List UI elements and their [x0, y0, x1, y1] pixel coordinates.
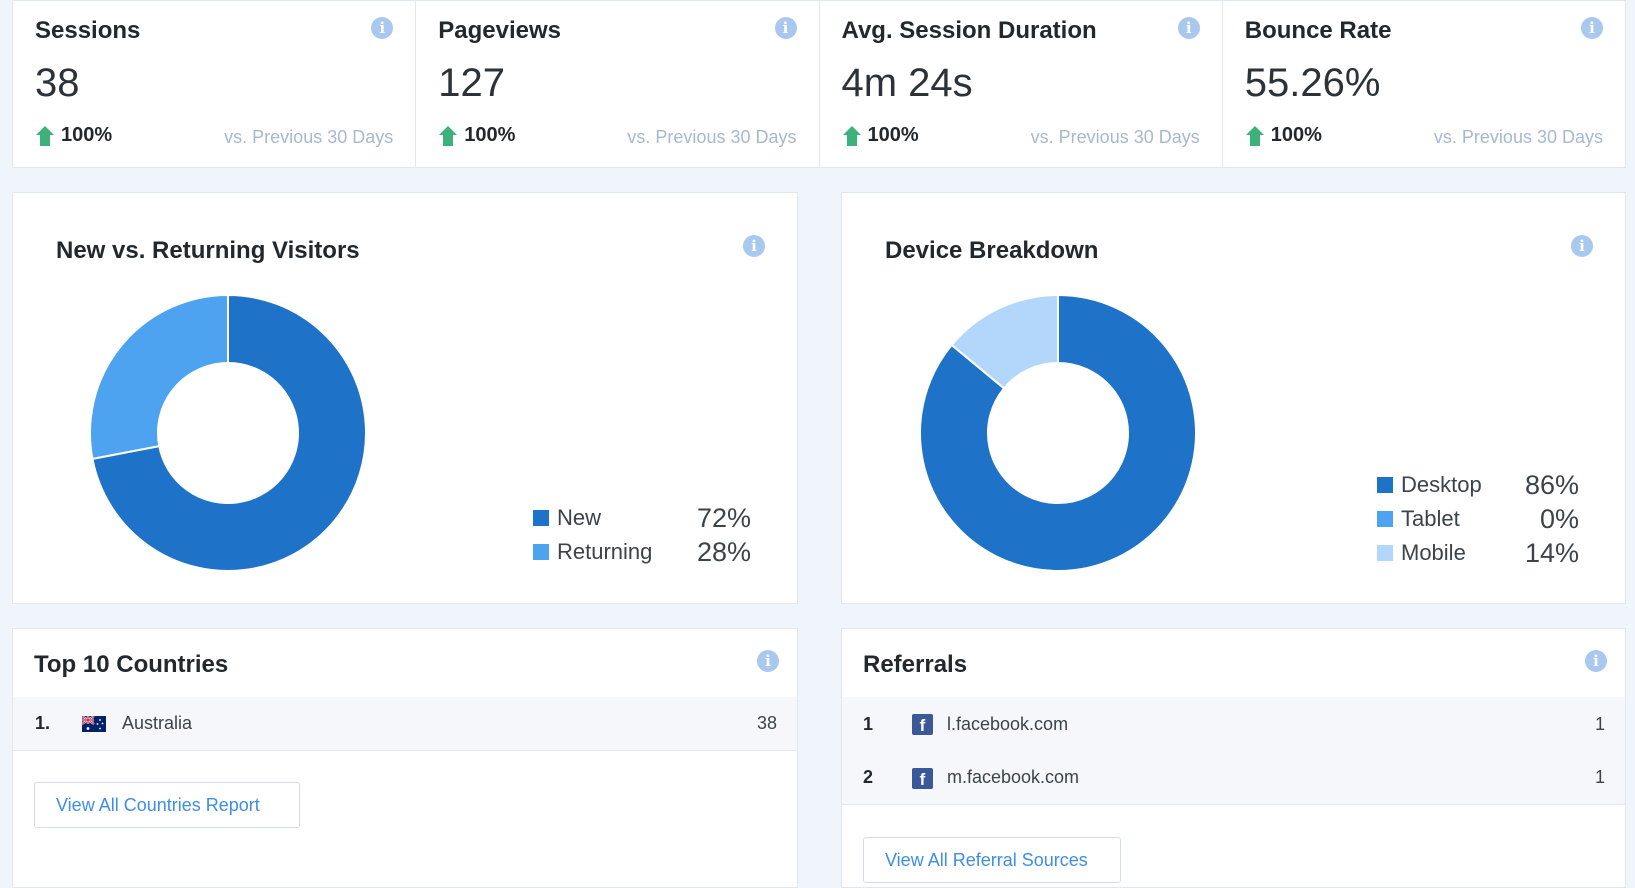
- row-count: 38: [756, 713, 777, 733]
- info-icon[interactable]: i: [743, 235, 765, 257]
- legend-pct: 28%: [696, 537, 751, 567]
- stat-title: Pageviews: [438, 17, 561, 44]
- table-row: 1 f l.facebook.com 1: [842, 697, 1625, 751]
- stat-sessions: Sessions i 38 100% vs. Previous 30 Days: [13, 1, 417, 167]
- legend-label: Mobile: [1401, 540, 1466, 565]
- legend-item-returning: Returning: [533, 539, 652, 565]
- panel-title: New vs. Returning Visitors: [56, 237, 360, 264]
- stat-title: Avg. Session Duration: [841, 17, 1097, 44]
- devices-panel: Device Breakdown i Desktop 86% Tablet 0%…: [841, 192, 1626, 604]
- stat-compare: vs. Previous 30 Days: [1433, 127, 1603, 147]
- stat-compare: vs. Previous 30 Days: [224, 127, 394, 147]
- stat-bounce-rate: Bounce Rate i 55.26% 100% vs. Previous 3…: [1223, 1, 1625, 167]
- legend-pct: 86%: [1524, 470, 1579, 500]
- legend-item-desktop: Desktop: [1377, 472, 1482, 498]
- table-row: 2 f m.facebook.com 1: [842, 751, 1625, 805]
- facebook-icon: f: [912, 714, 933, 735]
- visitors-donut-chart: [89, 293, 367, 572]
- stat-pageviews: Pageviews i 127 100% vs. Previous 30 Day…: [416, 1, 820, 167]
- arrow-up-icon: [439, 125, 458, 146]
- legend-swatch: [1377, 545, 1393, 561]
- devices-donut-chart: [919, 293, 1197, 572]
- stat-change-value: 100%: [1270, 124, 1322, 146]
- legend-label: Returning: [557, 539, 653, 564]
- stat-change: 100%: [35, 124, 112, 147]
- stat-change-value: 100%: [464, 124, 516, 146]
- panel-title: Referrals: [863, 651, 968, 678]
- panel-title: Device Breakdown: [885, 237, 1099, 264]
- legend-item-mobile: Mobile: [1377, 540, 1466, 566]
- info-icon[interactable]: i: [1177, 17, 1200, 39]
- australia-flag-icon: [82, 716, 106, 732]
- arrow-up-icon: [36, 125, 54, 146]
- countries-panel: Top 10 Countries i 1. Australia 38 View …: [12, 628, 798, 888]
- visitors-panel: New vs. Returning Visitors i New 72% Ret…: [12, 192, 798, 604]
- stat-compare: vs. Previous 30 Days: [1030, 127, 1200, 147]
- legend-pct: 14%: [1524, 538, 1579, 568]
- facebook-icon: f: [912, 768, 933, 789]
- legend-label: Desktop: [1401, 472, 1482, 497]
- legend-label: Tablet: [1401, 506, 1460, 531]
- stat-title: Sessions: [35, 17, 141, 44]
- stat-change: 100%: [1245, 124, 1322, 147]
- arrow-up-icon: [1245, 125, 1264, 146]
- legend-swatch: [1377, 477, 1393, 493]
- referral-link[interactable]: l.facebook.com: [947, 714, 1068, 735]
- legend-item-new: New: [533, 505, 601, 531]
- row-index: 1: [863, 713, 874, 734]
- stat-compare: vs. Previous 30 Days: [627, 127, 797, 147]
- legend-swatch: [533, 510, 549, 526]
- info-icon[interactable]: i: [1571, 235, 1593, 257]
- arrow-up-icon: [842, 125, 861, 146]
- stat-change: 100%: [438, 124, 515, 147]
- stat-change-value: 100%: [61, 124, 113, 146]
- referrals-panel: Referrals i 1 f l.facebook.com 1 2 f m.f…: [841, 628, 1626, 888]
- info-icon[interactable]: i: [774, 17, 797, 39]
- legend-swatch: [1377, 511, 1393, 527]
- stat-value: 38: [35, 61, 80, 105]
- stat-avg-session-duration: Avg. Session Duration i 4m 24s 100% vs. …: [820, 1, 1223, 167]
- referral-link[interactable]: m.facebook.com: [947, 767, 1079, 788]
- row-index: 1.: [35, 713, 51, 733]
- stat-change: 100%: [842, 124, 919, 147]
- row-count: 1: [1594, 713, 1605, 734]
- stat-value: 55.26%: [1244, 61, 1381, 105]
- country-name: Australia: [122, 713, 193, 733]
- info-icon[interactable]: i: [1585, 650, 1607, 672]
- stats-overview: Sessions i 38 100% vs. Previous 30 Days …: [12, 0, 1626, 168]
- legend-pct: 0%: [1539, 504, 1579, 534]
- view-all-referrals-button[interactable]: View All Referral Sources: [863, 837, 1121, 883]
- panel-title: Top 10 Countries: [34, 651, 229, 678]
- legend-item-tablet: Tablet: [1377, 506, 1460, 532]
- stat-change-value: 100%: [867, 124, 919, 146]
- table-row: 1. Australia 38: [13, 697, 797, 751]
- row-index: 2: [863, 767, 874, 787]
- stat-value: 4m 24s: [841, 61, 973, 105]
- view-all-countries-button[interactable]: View All Countries Report: [34, 782, 300, 828]
- legend-swatch: [533, 544, 549, 560]
- legend-pct: 72%: [696, 503, 751, 533]
- legend-label: New: [557, 505, 602, 530]
- info-icon[interactable]: i: [757, 650, 779, 672]
- donut-slice-returning[interactable]: [89, 293, 229, 461]
- row-count: 1: [1594, 767, 1605, 787]
- stat-value: 127: [438, 61, 505, 105]
- stat-title: Bounce Rate: [1244, 17, 1392, 44]
- info-icon[interactable]: i: [1581, 17, 1603, 39]
- info-icon[interactable]: i: [371, 17, 394, 39]
